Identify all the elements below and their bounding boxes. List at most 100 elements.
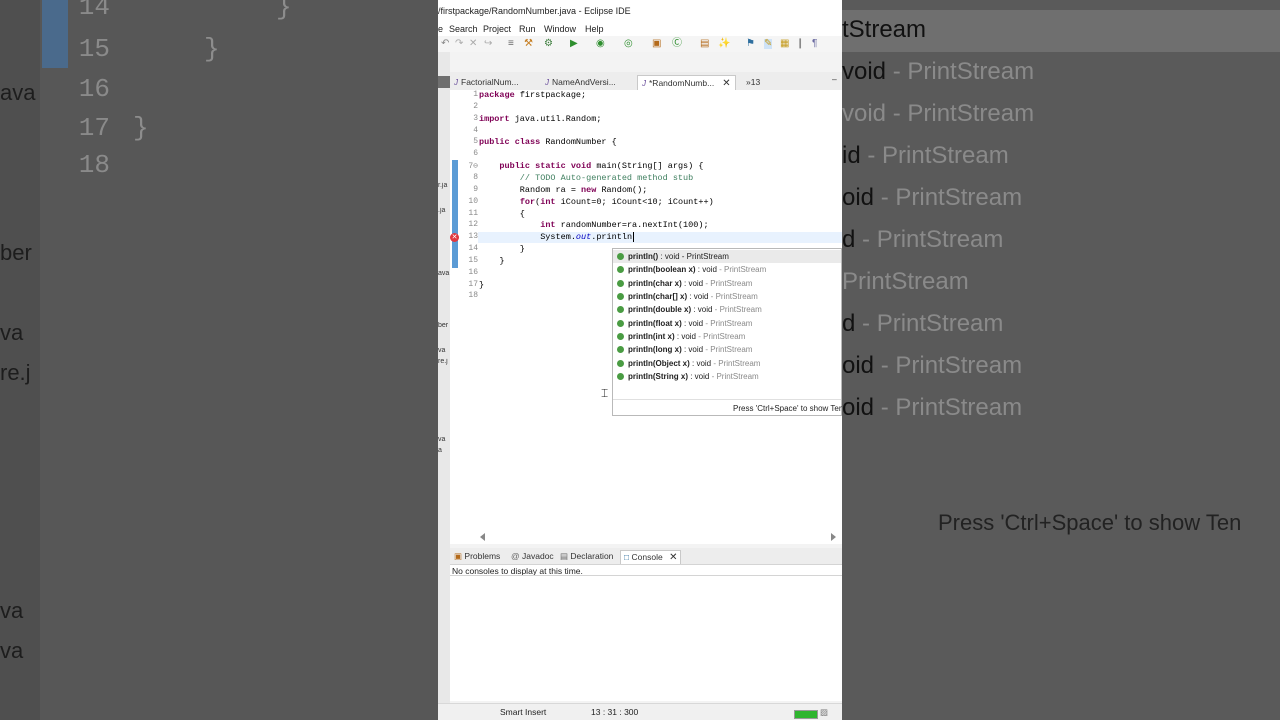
horizontal-scrollbar[interactable] [480,533,836,541]
completion-owner: - PrintStream [708,292,758,302]
new-class-icon[interactable]: Ⓒ [672,39,682,49]
step-icon[interactable]: ↪ [484,39,492,49]
search-icon[interactable]: ✨ [718,39,730,49]
debug-icon[interactable]: ⚙ [544,39,553,49]
strip-handle[interactable] [438,76,450,88]
completion-signature: println(float x) [628,318,682,328]
tab-problems[interactable]: ▣ Problems [454,550,500,563]
explorer-item-fragment[interactable]: .ja [438,207,450,214]
explorer-item-fragment[interactable]: va [438,347,450,354]
redo-icon[interactable]: ↷ [455,39,463,49]
annotation-icon[interactable]: ⚑ [746,39,755,49]
code-line[interactable]: } [479,256,504,266]
content-assist-popup: println() : void - PrintStream println(bo… [612,248,842,416]
tab-random-number[interactable]: J *RandomNumb... ✕ [637,75,736,91]
completion-item[interactable]: println(long x) : void - PrintStream [613,343,841,356]
background-line-number: 18 [78,150,110,180]
show-whitespace-icon[interactable]: ❙ [796,39,804,49]
completion-owner: - PrintStream [679,252,729,261]
background-row: d - PrintStream [842,226,1003,254]
run-icon[interactable]: ▶ [570,39,578,49]
code-line[interactable]: // TODO Auto-generated method stub [479,173,693,183]
completion-item[interactable]: println(char[] x) : void - PrintStream [613,290,841,303]
code-line[interactable]: { [479,209,525,219]
background-fragment: va [0,638,24,663]
code-token: } [479,279,485,290]
text-caret [633,232,635,243]
menu-search[interactable]: Search [449,24,478,34]
code-token: int [540,196,556,207]
public-method-icon [617,306,624,314]
new-package-icon[interactable]: ▣ [652,39,661,49]
explorer-item-fragment[interactable]: ber [438,322,450,329]
close-icon[interactable]: ✕ [669,552,677,563]
declaration-icon: ▤ [560,551,569,561]
heap-status-bar[interactable] [794,710,818,719]
completion-item[interactable]: println(double x) : void - PrintStream [613,303,841,316]
code-line[interactable]: } [479,280,484,290]
completion-item[interactable]: println(boolean x) : void - PrintStream [613,263,841,276]
mark-occurrences-icon[interactable]: ✎ [764,39,773,49]
code-line[interactable]: public static void main(String[] args) { [479,161,703,171]
external-tools-icon[interactable]: ⚒ [524,39,533,49]
background-zoom-left: 14} 15} 16 17} 18 ava ber va re.j va va [0,0,438,720]
completion-owner: - PrintStream [712,305,762,315]
minimize-icon[interactable]: ‒ [832,72,837,87]
code-token: Random(); [596,184,648,195]
completion-item[interactable]: println(float x) : void - PrintStream [613,317,841,330]
background-row-strong: tStream [842,16,927,43]
completion-item[interactable]: println(char x) : void - PrintStream [613,277,841,290]
tab-console[interactable]: □ Console ✕ [620,550,682,564]
task-list-icon[interactable]: ≡ [508,39,514,49]
explorer-item-fragment[interactable]: a [438,447,450,454]
background-line-number: 14 [78,0,110,22]
explorer-item-fragment[interactable]: va [438,436,450,443]
explorer-item-fragment[interactable]: r.ja [438,182,450,189]
code-line[interactable]: for(int iCount=0; iCount<10; iCount++) [479,197,714,207]
completion-item[interactable]: println(int x) : void - PrintStream [613,330,841,343]
menu-project[interactable]: Project [483,24,511,34]
code-token: } [479,244,525,255]
code-line[interactable]: int randomNumber=ra.nextInt(100); [479,220,708,230]
code-token: new [581,184,597,195]
tab-factorial[interactable]: J FactorialNum... [454,75,519,90]
menu-help[interactable]: Help [585,24,604,34]
line-number: 11 [468,208,478,218]
completion-item[interactable]: println() : void - PrintStream [613,250,841,263]
public-method-icon [617,279,624,287]
line-number: 18 [468,291,478,301]
menu-window[interactable]: Window [544,24,576,34]
code-line[interactable]: import java.util.Random; [479,114,601,124]
open-type-icon[interactable]: ▤ [700,39,709,49]
code-line[interactable]: System.out.println [479,232,635,243]
tab-name-and-version[interactable]: J NameAndVersi... [545,75,616,90]
completion-return: : void [681,318,704,328]
code-line[interactable]: } [479,244,525,254]
code-line[interactable]: package firstpackage; [479,90,586,100]
close-icon[interactable]: ✕ [722,78,730,89]
code-line[interactable]: Random ra = new Random(); [479,184,648,195]
code-line[interactable]: public class RandomNumber { [479,137,617,147]
undo-icon[interactable]: ↶ [441,39,449,49]
console-view[interactable]: No consoles to display at this time. [450,565,842,701]
coverage-icon[interactable]: ◉ [596,39,605,49]
trash-icon[interactable]: ▨ [820,707,828,718]
explorer-item-fragment[interactable]: ava [438,270,450,277]
completion-text: println(Object x) : void - PrintStream [628,357,760,370]
completion-item[interactable]: println(String x) : void - PrintStream [613,370,841,383]
explorer-item-fragment[interactable]: re.j [438,358,450,365]
tab-javadoc[interactable]: @ Javadoc [511,550,554,563]
menu-file-partial[interactable]: e [438,24,443,34]
completion-signature: println(char x) [628,278,682,288]
code-token: .println [591,232,633,243]
editor-tab-bar: J FactorialNum... J NameAndVersi... J *Rand… [450,72,842,91]
block-selection-icon[interactable]: ▦ [780,39,789,49]
completion-item[interactable]: println(Object x) : void - PrintStream [613,357,841,370]
pilcrow-icon[interactable]: ¶ [812,39,817,49]
profile-icon[interactable]: ◎ [624,39,633,49]
tab-declaration[interactable]: ▤ Declaration [560,550,613,563]
tabs-overflow[interactable]: »13 [746,75,760,90]
menu-run[interactable]: Run [519,24,536,34]
skip-icon[interactable]: ✕ [469,39,477,49]
public-method-icon [617,253,624,260]
